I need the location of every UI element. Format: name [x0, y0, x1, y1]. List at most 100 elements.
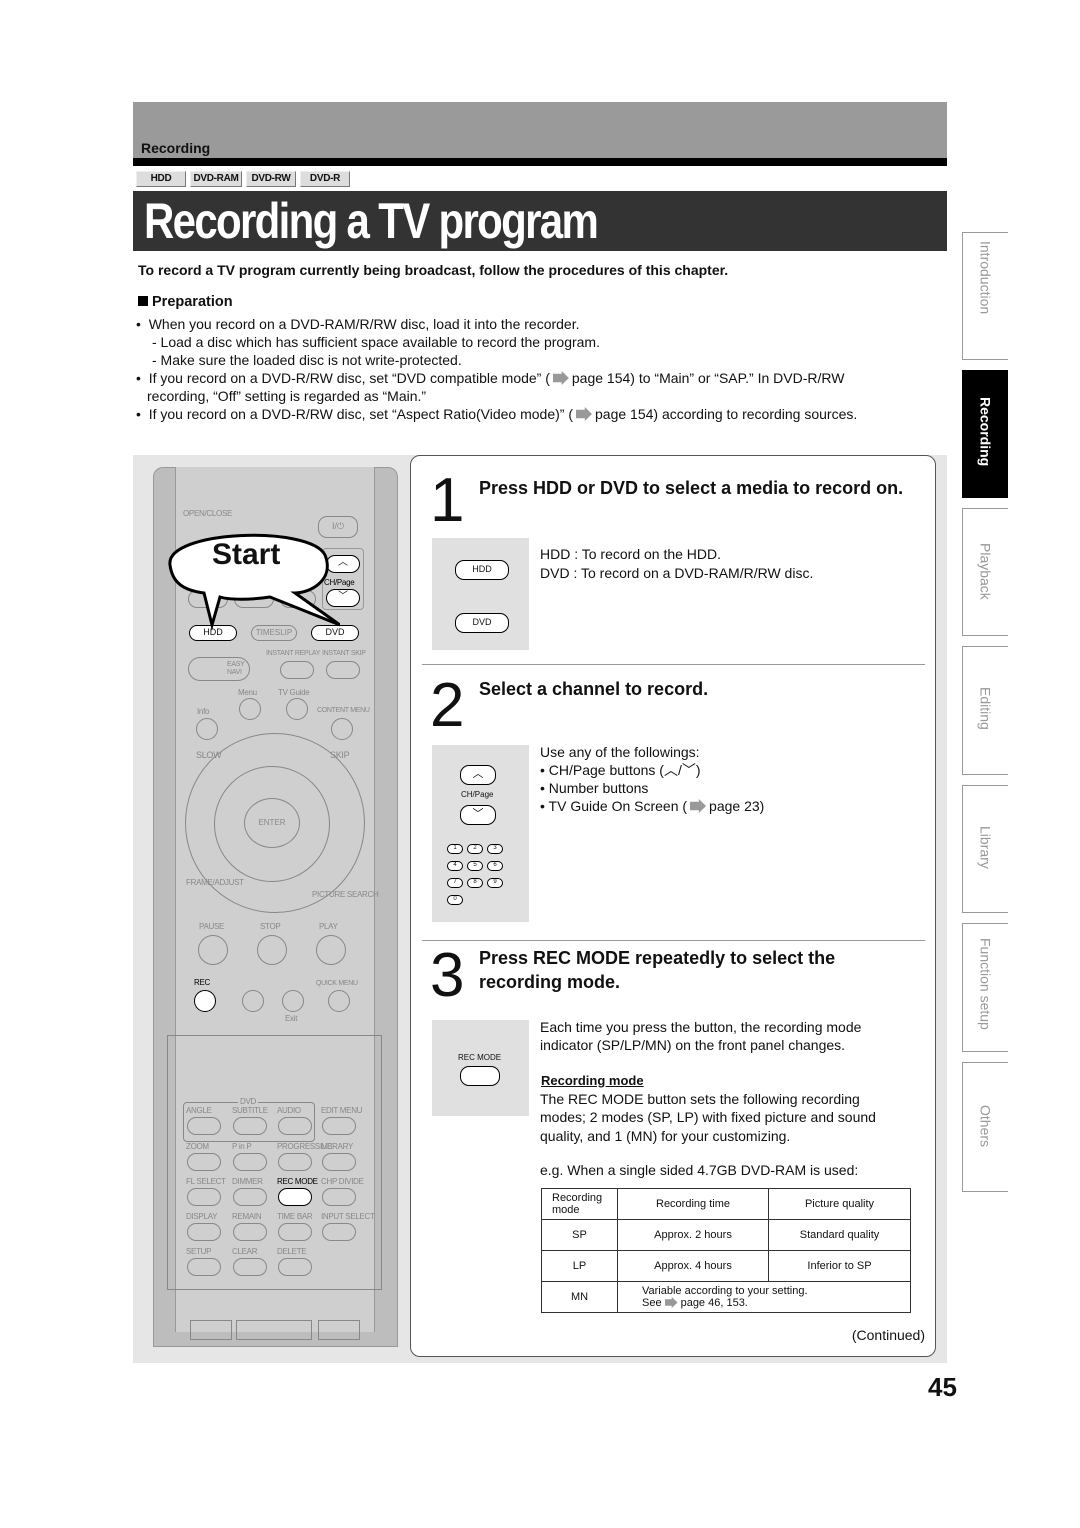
remote-label: CONTENT MENU [317, 707, 370, 714]
section-label: Recording [141, 140, 211, 156]
instant-replay-button [280, 661, 314, 679]
prep-line: • If you record on a DVD-R/RW disc, set … [136, 370, 845, 386]
table-cell: Approx. 4 hours [617, 1250, 769, 1282]
remote-bottom-key [236, 1320, 312, 1340]
rec-mode-label: REC MODE [458, 1053, 502, 1062]
remote-label: SLOW [196, 750, 222, 760]
hdd-button-illustration: HDD [455, 560, 509, 580]
table-row: MN Variable according to your setting. See… [541, 1281, 911, 1313]
remote-label: PLAY [319, 922, 338, 931]
remote-button [282, 990, 304, 1012]
number-key: 2 [467, 844, 483, 854]
remote-button [233, 1188, 267, 1206]
table-header: Recording mode [541, 1188, 618, 1220]
step-number: 1 [430, 466, 465, 535]
side-tab-recording[interactable]: Recording [962, 370, 1008, 498]
remote-label: REC [194, 978, 210, 987]
preparation-heading-text: Preparation [152, 294, 233, 310]
ch-up-icon: ︿ [460, 765, 496, 785]
number-key: 6 [487, 861, 503, 871]
side-tab-others[interactable]: Others [962, 1062, 1008, 1192]
step-text-part: • CH/Page buttons ( [540, 762, 664, 778]
recording-mode-subheading: Recording mode [541, 1073, 644, 1088]
side-tab-label: Function setup [977, 938, 994, 1030]
up-icon: ︿ [663, 762, 678, 778]
remote-label: OPEN/CLOSE [183, 509, 233, 518]
remote-label: DIMMER [232, 1177, 263, 1186]
chapter-header-band [133, 102, 947, 160]
remote-label: FL SELECT [186, 1177, 226, 1186]
pause-button [198, 935, 228, 965]
remote-button [233, 1117, 267, 1135]
step-number: 2 [430, 671, 465, 740]
side-tab-editing[interactable]: Editing [962, 646, 1008, 775]
media-tag-dvd-r: DVD-R [300, 171, 350, 187]
table-cell: LP [541, 1250, 618, 1282]
remote-label: REC MODE [277, 1177, 318, 1186]
easy-navi-button: EASY NAVI [188, 657, 250, 681]
remote-button [322, 1188, 356, 1206]
number-key: 4 [447, 861, 463, 871]
step-text: quality, and 1 (MN) for your customizing… [540, 1128, 791, 1144]
number-key: 5 [467, 861, 483, 871]
prep-text: When you record on a DVD-RAM/R/RW disc, … [148, 316, 580, 332]
step-text-part: page 23) [709, 798, 765, 814]
info-button [196, 718, 218, 740]
remote-button [187, 1117, 221, 1135]
prep-line: • When you record on a DVD-RAM/R/RW disc… [136, 316, 580, 332]
step-text: • CH/Page buttons (︿/﹀) [540, 761, 701, 779]
remote-label: TIME BAR [277, 1212, 313, 1221]
instant-skip-button [326, 661, 360, 679]
prep-text: page 154) to “Main” or “SAP.” In DVD-R/R… [571, 370, 845, 386]
step-text: Use any of the followings: [540, 744, 700, 760]
number-key: 7 [447, 878, 463, 888]
media-tag-dvd-rw: DVD-RW [246, 171, 296, 187]
remote-label: SETUP [186, 1247, 212, 1256]
step-text: • TV Guide On Screen ( page 23) [540, 797, 764, 815]
stop-button [257, 935, 287, 965]
rec-mode-button-illustration [460, 1066, 500, 1086]
remote-button [278, 1188, 312, 1206]
table-cell: SP [541, 1219, 618, 1251]
prep-line: recording, “Off” setting is regarded as … [147, 388, 427, 404]
page-ref-arrow-icon [552, 371, 569, 385]
remote-label: LIBRARY [321, 1142, 353, 1151]
recording-mode-table: Recording mode Recording time Picture qual… [541, 1188, 911, 1313]
side-tab-introduction[interactable]: Introduction [962, 232, 1008, 360]
number-key: 9 [487, 878, 503, 888]
remote-label: CHP DIVIDE [321, 1177, 364, 1186]
table-row: SP Approx. 2 hours Standard quality [541, 1219, 911, 1251]
step-text-part: • TV Guide On Screen ( [540, 798, 688, 814]
remote-label: DELETE [277, 1247, 307, 1256]
remote-label: PAUSE [199, 922, 225, 931]
step-illustration [432, 538, 529, 650]
prep-line: - Load a disc which has sufficient space… [152, 334, 600, 350]
step-heading: Press REC MODE repeatedly to select the … [479, 948, 836, 992]
side-tab-label: Editing [977, 687, 994, 730]
remote-button [187, 1223, 221, 1241]
remote-button [322, 1223, 356, 1241]
mn-text: Variable according to your setting. [642, 1285, 808, 1297]
continued-label: (Continued) [851, 1327, 925, 1343]
table-cell: Standard quality [768, 1219, 911, 1251]
side-tab-playback[interactable]: Playback [962, 508, 1008, 636]
media-tag-hdd: HDD [136, 171, 186, 187]
page-ref-arrow-icon [690, 799, 707, 813]
example-text: e.g. When a single sided 4.7GB DVD-RAM i… [540, 1162, 859, 1178]
table-cell: Variable according to your setting. See pa… [617, 1281, 911, 1313]
preparation-heading: Preparation [138, 294, 233, 310]
remote-label: SUBTITLE [232, 1106, 268, 1115]
number-key: 1 [447, 844, 463, 854]
remote-button [278, 1153, 312, 1171]
remote-label: PICTURE SEARCH [312, 890, 379, 899]
side-tab-function-setup[interactable]: Function setup [962, 923, 1008, 1052]
down-icon: ﹀ [681, 762, 696, 778]
step-heading: Press HDD or DVD to select a media to re… [479, 478, 904, 498]
remote-label: Exit [285, 1014, 298, 1023]
remote-label: ANGLE [186, 1106, 212, 1115]
rec-button [194, 990, 216, 1012]
play-button [316, 935, 346, 965]
remote-bottom-key [190, 1320, 232, 1340]
side-tab-library[interactable]: Library [962, 785, 1008, 913]
remote-bottom-key [318, 1320, 360, 1340]
